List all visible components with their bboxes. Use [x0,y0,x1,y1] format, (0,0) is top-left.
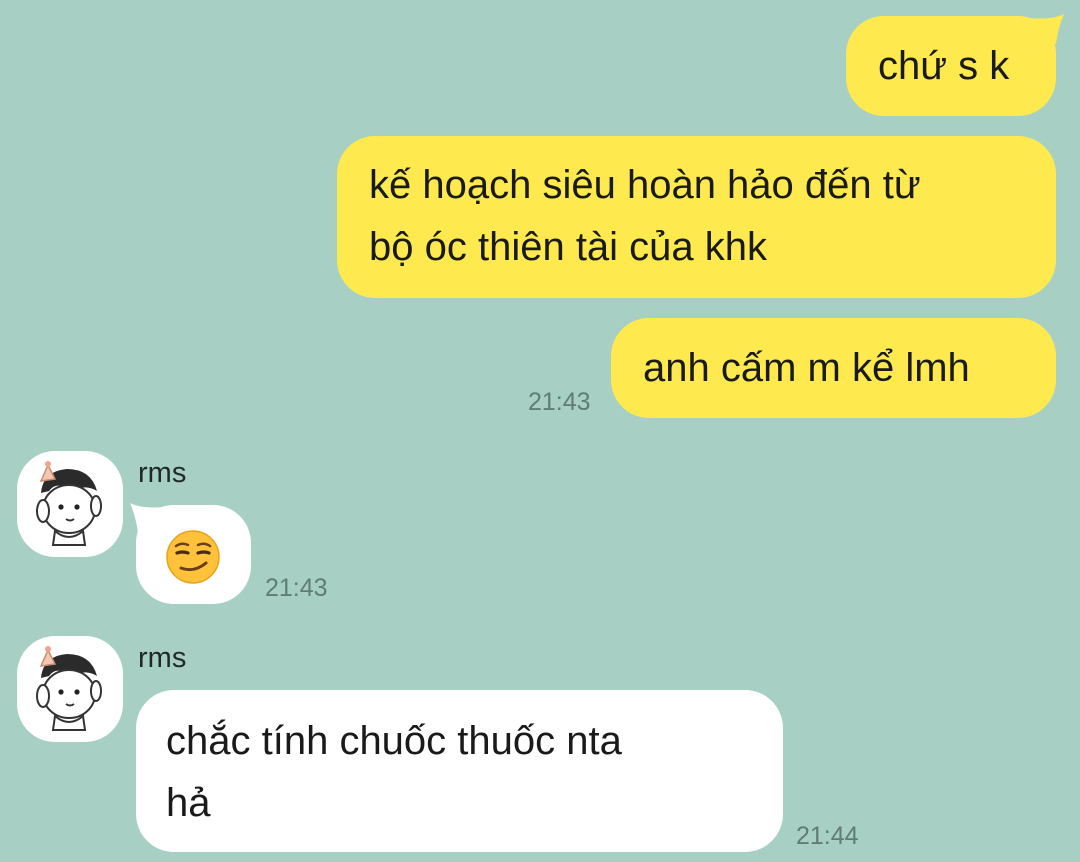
message-timestamp: 21:43 [528,388,591,416]
message-text: chứ s k [878,44,1010,88]
sender-avatar[interactable] [17,636,123,742]
message-text-line: bộ óc thiên tài của khk [369,225,768,269]
message-timestamp: 21:44 [796,822,859,850]
message-text: anh cấm m kể lmh [643,346,970,390]
outgoing-message-bubble[interactable]: anh cấm m kể lmh [611,318,1056,418]
sender-name: rms [138,642,187,674]
incoming-message-bubble[interactable] [136,505,251,604]
message-text-line: chắc tính chuốc thuốc nta [166,719,622,763]
incoming-message-bubble[interactable]: chắc tính chuốc thuốc nta hả [136,690,783,852]
smirking-face-emoji-icon [166,530,220,584]
message-timestamp: 21:43 [265,574,328,602]
message-text-line: kế hoạch siêu hoàn hảo đến từ [369,163,921,207]
outgoing-message-bubble[interactable]: chứ s k [846,16,1056,116]
sender-avatar[interactable] [17,451,123,557]
cartoon-boy-party-hat-avatar-icon [36,461,102,546]
message-text-line: hả [166,781,211,825]
outgoing-bubble-tail [1030,14,1064,44]
outgoing-message-bubble[interactable]: kế hoạch siêu hoàn hảo đến từ bộ óc thiê… [337,136,1056,298]
sender-name: rms [138,457,187,489]
cartoon-boy-party-hat-avatar-icon [36,646,102,731]
